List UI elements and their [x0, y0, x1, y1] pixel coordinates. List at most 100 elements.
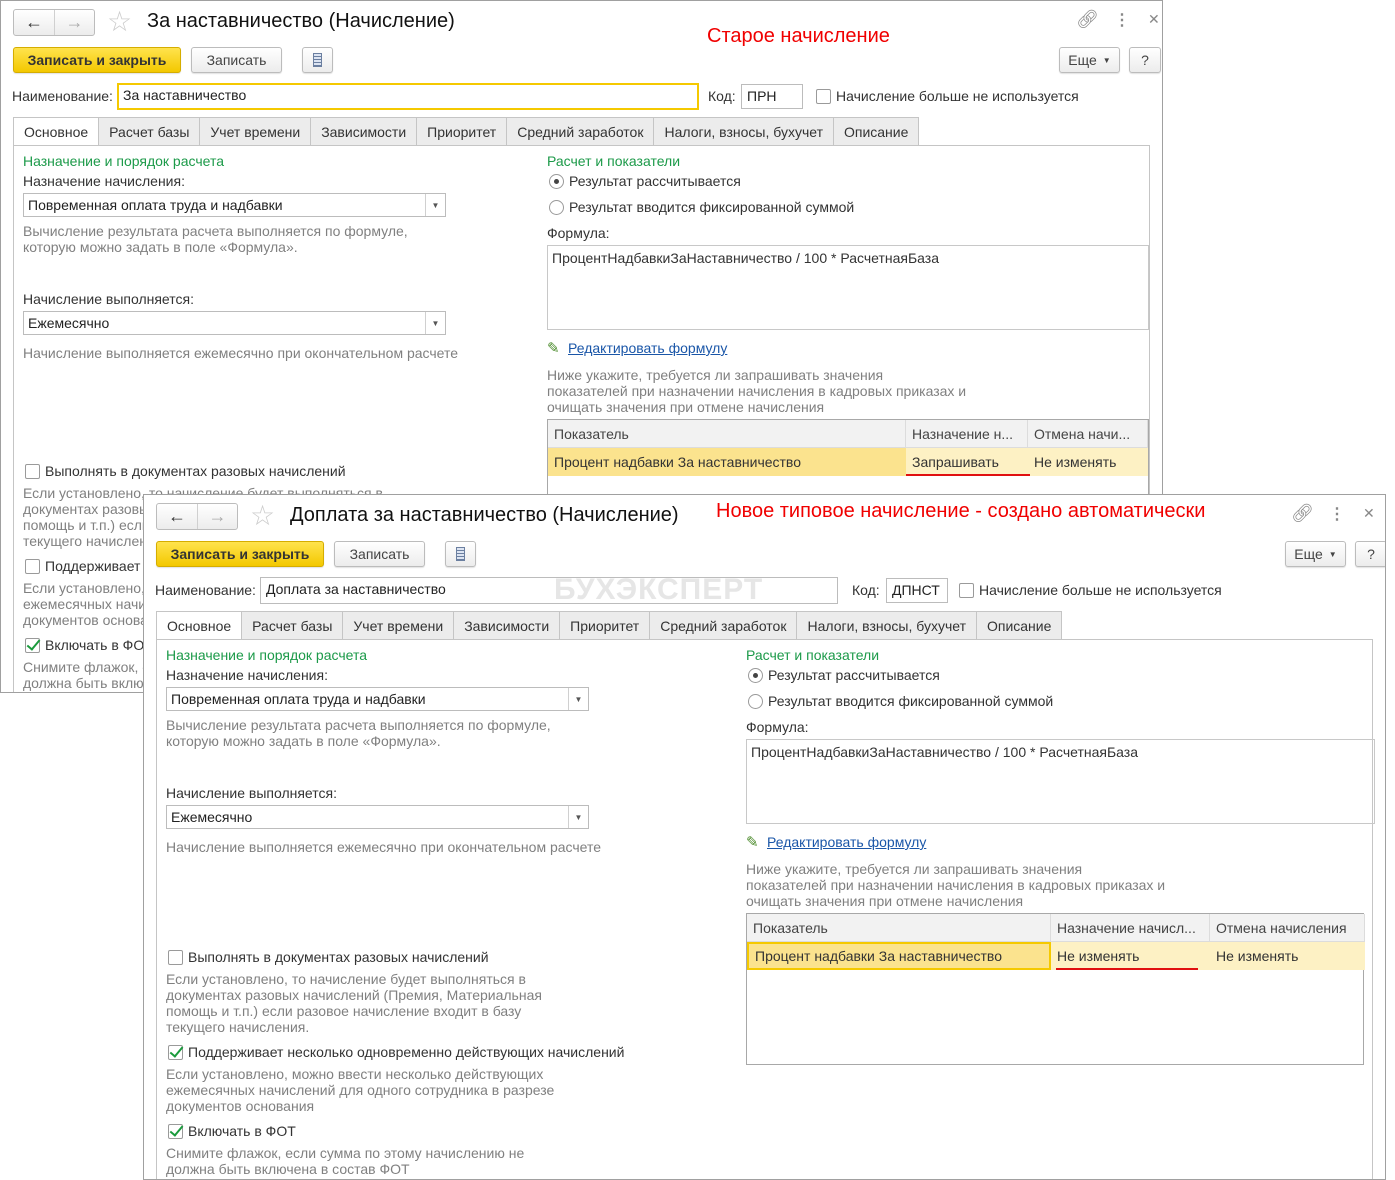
close-icon[interactable]: ✕	[1363, 505, 1375, 522]
radio-fixed-sum-label: Результат вводится фиксированной суммой	[569, 199, 855, 215]
indicators-table: Показатель Назначение начисл... Отмена нач…	[746, 913, 1365, 1065]
more-button[interactable]: Еще ▼	[1059, 47, 1120, 73]
section-heading-indicators: Расчет и показатели	[746, 647, 880, 663]
save-and-close-button[interactable]: Записать и закрыть	[156, 541, 324, 567]
list-report-button[interactable]	[302, 47, 333, 73]
indicators-description: Ниже укажите, требуется ли запрашивать з…	[746, 861, 1166, 909]
table-cell[interactable]: Не изменять	[1210, 942, 1365, 970]
back-arrow-icon[interactable]: ←	[14, 10, 54, 35]
column-header-2[interactable]: Назначение начисл...	[1051, 914, 1210, 942]
option-label-1: Выполнять в документах разовых начислени…	[188, 949, 489, 965]
dropdown-arrow-icon[interactable]: ▼	[425, 194, 445, 216]
help-button[interactable]: ?	[1129, 47, 1161, 73]
formula-label: Формула:	[746, 719, 809, 735]
radio-calculated[interactable]	[748, 668, 763, 683]
option-checkbox-1[interactable]	[168, 950, 183, 965]
tab-4[interactable]: Зависимости	[310, 117, 418, 145]
option-label-1: Выполнять в документах разовых начислени…	[45, 463, 346, 479]
save-button[interactable]: Записать	[334, 541, 425, 567]
column-header-1[interactable]: Показатель	[747, 914, 1051, 942]
option-checkbox-2[interactable]	[25, 559, 40, 574]
help-button[interactable]: ?	[1355, 541, 1385, 567]
option-checkbox-2[interactable]	[168, 1045, 183, 1060]
favorite-star-icon[interactable]: ☆	[250, 499, 275, 532]
option-checkbox-3[interactable]	[25, 638, 40, 653]
formula-textarea[interactable]: ПроцентНадбавкиЗаНаставничество / 100 * …	[547, 245, 1149, 330]
purpose-select[interactable]: Повременная оплата труда и надбавки ▼	[166, 687, 589, 711]
dropdown-arrow-icon[interactable]: ▼	[568, 688, 588, 710]
unused-label: Начисление больше не используется	[979, 582, 1222, 598]
tab-5[interactable]: Приоритет	[416, 117, 508, 145]
edit-formula-link[interactable]: Редактировать формулу	[568, 340, 727, 356]
back-arrow-icon[interactable]: ←	[157, 504, 197, 529]
more-actions-icon[interactable]: ⋮	[1329, 504, 1345, 524]
name-input[interactable]: Доплата за наставничество	[260, 577, 838, 604]
name-label: Наименование:	[155, 582, 256, 598]
radio-fixed-sum[interactable]	[748, 694, 763, 709]
tab-7[interactable]: Налоги, взносы, бухучет	[653, 117, 834, 145]
purpose-value: Повременная оплата труда и надбавки	[28, 197, 283, 213]
red-underline-annotation	[906, 474, 1030, 476]
column-header-3[interactable]: Отмена начи...	[1028, 420, 1148, 448]
save-and-close-button[interactable]: Записать и закрыть	[13, 47, 181, 73]
table-cell[interactable]: Запрашивать	[906, 448, 1028, 476]
purpose-select[interactable]: Повременная оплата труда и надбавки ▼	[23, 193, 446, 217]
column-header-3[interactable]: Отмена начисления	[1210, 914, 1365, 942]
list-document-icon	[456, 547, 465, 561]
dropdown-arrow-icon[interactable]: ▼	[568, 806, 588, 828]
favorite-star-icon[interactable]: ☆	[107, 5, 132, 38]
edit-formula-link[interactable]: Редактировать формулу	[767, 834, 926, 850]
close-icon[interactable]: ✕	[1148, 11, 1160, 28]
tab-8[interactable]: Описание	[832, 117, 920, 145]
save-button[interactable]: Записать	[191, 47, 282, 73]
list-report-button[interactable]	[445, 541, 476, 567]
tab-3[interactable]: Учет времени	[199, 117, 312, 145]
tab-1[interactable]: Основное	[156, 611, 243, 640]
tab-bar: Основное Расчет базы Учет времени Зависимос…	[156, 611, 1063, 640]
section-heading-indicators: Расчет и показатели	[547, 153, 681, 169]
link-icon[interactable]: 🔗︎	[1291, 503, 1314, 524]
history-nav: ← →	[156, 503, 238, 530]
radio-calculated-label: Результат рассчитывается	[768, 667, 940, 683]
unused-checkbox[interactable]	[959, 583, 974, 598]
tab-7[interactable]: Налоги, взносы, бухучет	[796, 611, 977, 639]
table-cell[interactable]: Не изменять	[1051, 942, 1210, 970]
tab-2[interactable]: Расчет базы	[98, 117, 201, 145]
table-cell[interactable]: Процент надбавки За наставничество	[747, 942, 1051, 970]
formula-textarea[interactable]: ПроцентНадбавкиЗаНаставничество / 100 * …	[746, 739, 1375, 824]
period-select[interactable]: Ежемесячно ▼	[166, 805, 589, 829]
tab-5[interactable]: Приоритет	[559, 611, 651, 639]
dropdown-caret-icon: ▼	[1102, 55, 1111, 65]
name-input[interactable]: За наставничество	[117, 83, 699, 110]
option-checkbox-3[interactable]	[168, 1124, 183, 1139]
tab-1[interactable]: Основное	[13, 117, 100, 146]
forward-arrow-icon[interactable]: →	[197, 504, 237, 529]
tab-6[interactable]: Средний заработок	[649, 611, 798, 639]
code-input[interactable]: ПРН	[741, 84, 803, 109]
more-button[interactable]: Еще ▼	[1285, 541, 1346, 567]
tab-6[interactable]: Средний заработок	[506, 117, 655, 145]
dropdown-caret-icon: ▼	[1328, 549, 1337, 559]
option-checkbox-1[interactable]	[25, 464, 40, 479]
radio-calculated[interactable]	[549, 174, 564, 189]
table-cell[interactable]: Не изменять	[1028, 448, 1148, 476]
table-cell[interactable]: Процент надбавки За наставничество	[548, 448, 906, 476]
period-select[interactable]: Ежемесячно ▼	[23, 311, 446, 335]
annotation-label: Новое типовое начисление - создано автом…	[716, 500, 1206, 522]
period-value: Ежемесячно	[171, 809, 253, 825]
column-header-1[interactable]: Показатель	[548, 420, 906, 448]
tab-2[interactable]: Расчет базы	[241, 611, 344, 639]
unused-checkbox[interactable]	[816, 89, 831, 104]
period-label: Начисление выполняется:	[166, 785, 337, 801]
indicators-description: Ниже укажите, требуется ли запрашивать з…	[547, 367, 967, 415]
dropdown-arrow-icon[interactable]: ▼	[425, 312, 445, 334]
radio-fixed-sum[interactable]	[549, 200, 564, 215]
code-input[interactable]: ДПНСТ	[886, 578, 948, 603]
more-actions-icon[interactable]: ⋮	[1114, 10, 1130, 30]
forward-arrow-icon[interactable]: →	[54, 10, 94, 35]
tab-8[interactable]: Описание	[975, 611, 1063, 639]
column-header-2[interactable]: Назначение н...	[906, 420, 1028, 448]
link-icon[interactable]: 🔗︎	[1076, 9, 1099, 30]
tab-3[interactable]: Учет времени	[342, 611, 455, 639]
tab-4[interactable]: Зависимости	[453, 611, 561, 639]
